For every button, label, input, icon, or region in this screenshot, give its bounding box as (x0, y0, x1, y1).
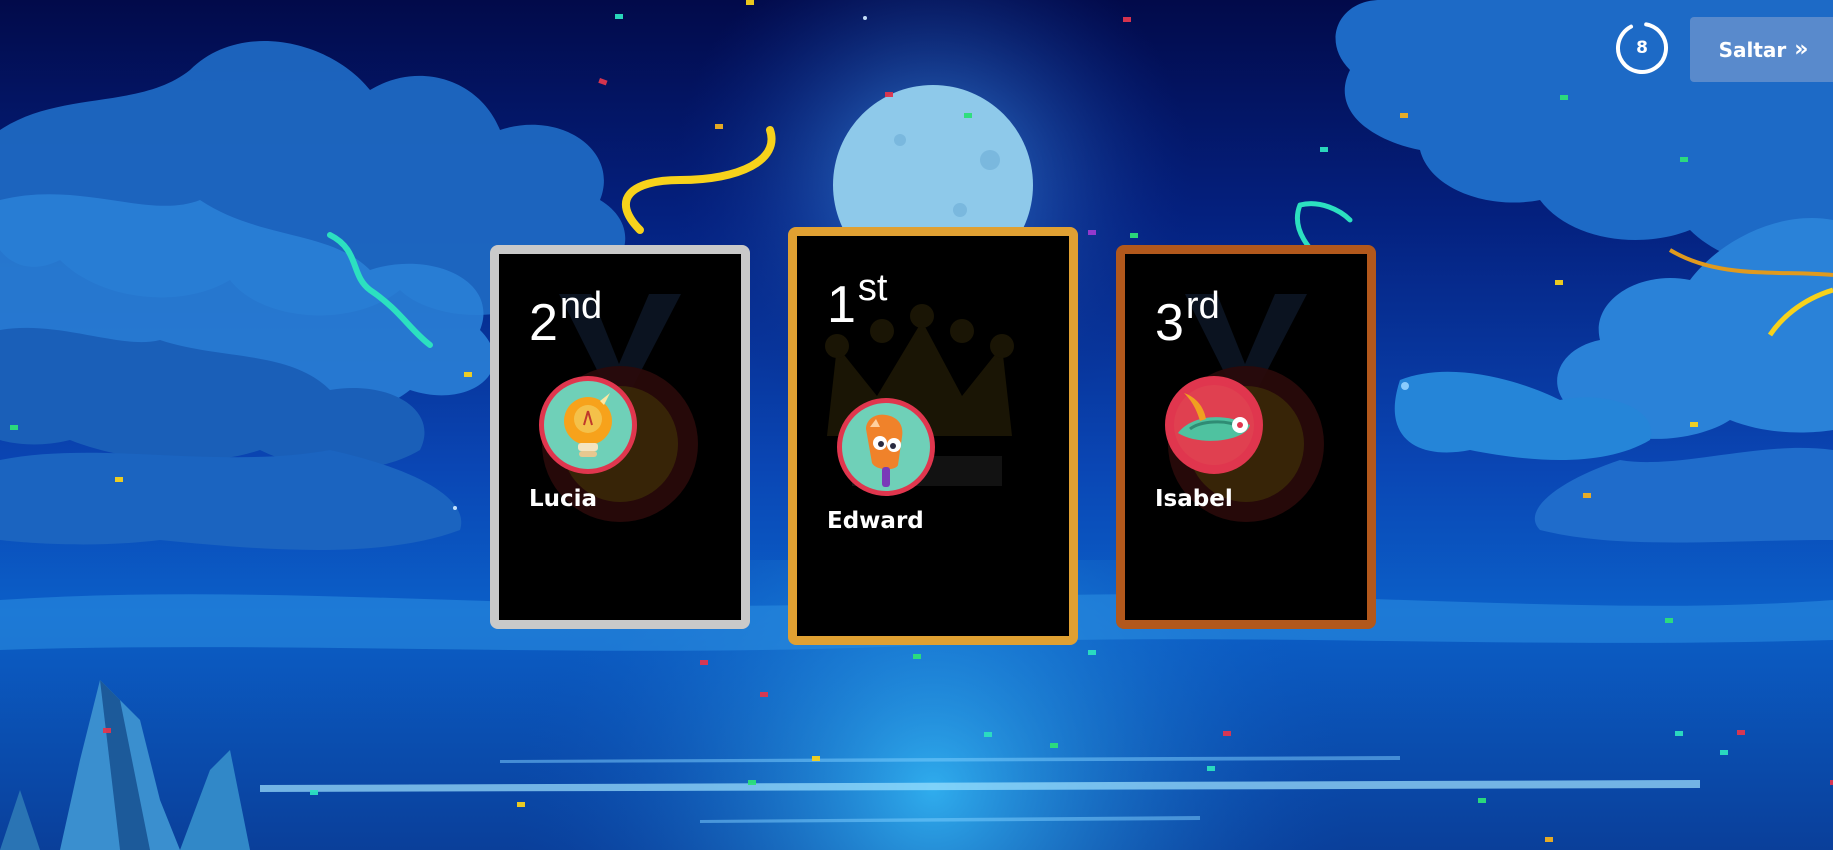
player-name: Isabel (1155, 486, 1233, 512)
popsicle-icon (866, 414, 903, 487)
rank-number: 2 (529, 294, 558, 352)
leaderboard-screen: 8 Saltar ›› 2nd Lucia 1st Edward 3rd Isa… (0, 0, 1833, 850)
rank-suffix: rd (1185, 285, 1220, 327)
rank-label: 2nd (529, 276, 602, 353)
podium-card-third: 3rd Isabel (1116, 245, 1376, 629)
skip-button-label: Saltar (1718, 37, 1787, 62)
player-avatar (837, 398, 935, 496)
rank-label: 3rd (1155, 276, 1220, 353)
lightbulb-icon (564, 393, 612, 457)
rank-number: 1 (827, 276, 856, 334)
rank-suffix: st (857, 267, 888, 309)
podium-card-first: 1st Edward (788, 227, 1078, 645)
rank-suffix: nd (559, 285, 603, 327)
player-name: Lucia (529, 486, 598, 512)
player-avatar (539, 376, 637, 474)
double-chevron-right-icon: ›› (1794, 37, 1808, 62)
podium-card-second: 2nd Lucia (490, 245, 750, 629)
player-avatar (1165, 376, 1263, 474)
player-name: Edward (827, 508, 924, 534)
skip-button[interactable]: Saltar ›› (1690, 17, 1833, 82)
timer-value: 8 (1636, 38, 1648, 58)
rank-label: 1st (827, 258, 887, 335)
countdown-timer: 8 (1614, 20, 1670, 76)
rank-number: 3 (1155, 294, 1184, 352)
feathered-hat-icon (1174, 385, 1254, 465)
